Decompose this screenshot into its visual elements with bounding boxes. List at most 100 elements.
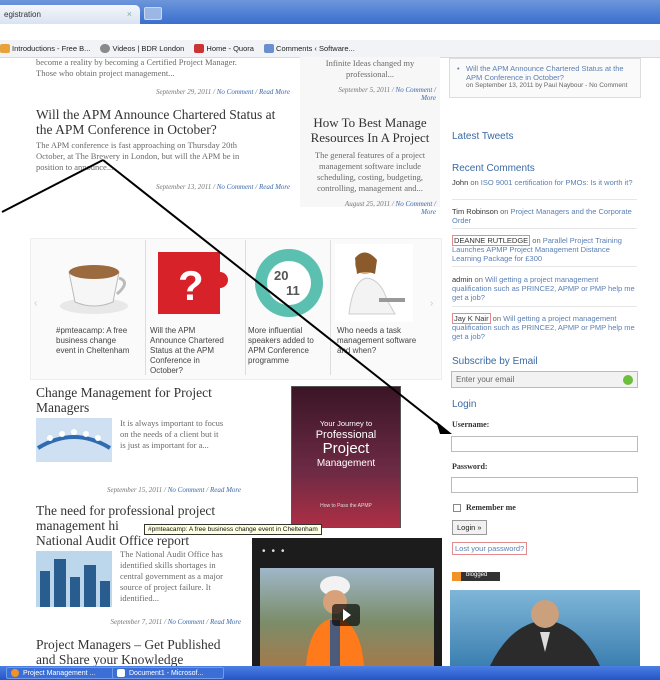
post-thumb-people [36, 418, 112, 462]
carousel-caption[interactable]: Will the APM Announce Chartered Status a… [150, 326, 230, 376]
no-comment-link[interactable]: No Comment [217, 183, 254, 191]
bookmark-introductions[interactable]: Introductions - Free B... [0, 40, 90, 53]
post-excerpt-mid-top: Infinite Ideas changed my professional..… [325, 58, 415, 79]
tab-close-icon[interactable]: × [127, 9, 132, 19]
post-excerpt-need: The National Audit Office has identified… [120, 549, 223, 603]
post-meta-top: September 29, 2011 / No Comment / Read M… [156, 88, 290, 96]
password-field[interactable] [451, 477, 638, 493]
bookmark-comments[interactable]: Comments ‹ Software... [264, 40, 355, 53]
quora-icon [194, 44, 205, 53]
username-field[interactable] [451, 436, 638, 452]
windows-taskbar: Project Management ... Document1 - Micro… [0, 666, 660, 680]
no-comment-link[interactable]: No Comment [168, 618, 205, 626]
post-excerpt-manage: The general features of a project manage… [314, 150, 426, 193]
bookmarks-bar: Introductions - Free B... Videos | BDR L… [0, 40, 660, 58]
recent-comments-heading: Recent Comments [452, 163, 535, 174]
word-icon [117, 669, 125, 677]
tab-title: egistration [4, 10, 41, 19]
subscribe-heading: Subscribe by Email [452, 356, 538, 367]
no-comment-link[interactable]: No Comment / [396, 200, 436, 208]
post-title-publish[interactable]: Project Managers – Get Published and Sha… [36, 637, 276, 667]
bookmark-quora[interactable]: Home - Quora [194, 40, 254, 53]
blogged-badge[interactable]: blogged [452, 572, 500, 581]
sidebar-top-link[interactable]: Will the APM Announce Chartered Status a… [466, 64, 624, 82]
comment-item: Jay K Nair on Will getting a project man… [452, 313, 635, 341]
read-more-link[interactable]: More [421, 208, 436, 216]
book-cover[interactable]: Your Journey to Professional Project Man… [291, 386, 401, 528]
divider [145, 240, 146, 375]
post-meta-need: September 7, 2011 / No Comment / Read Mo… [110, 618, 241, 626]
comment-item: Tim Robinson on Project Managers and the… [452, 207, 632, 225]
badge-text-top: 20 [274, 268, 288, 283]
carousel-thumb-teacup[interactable] [55, 244, 133, 322]
post-thumb-city [36, 551, 112, 607]
woman-laptop-icon [335, 244, 413, 322]
post-excerpt-change: It is always important to focus on the n… [120, 418, 224, 450]
no-comment-link[interactable]: No Comment [217, 88, 254, 96]
login-button[interactable]: Login » [452, 520, 487, 535]
latest-tweets-heading: Latest Tweets [452, 131, 514, 142]
subscribe-email-input[interactable]: Enter your email [451, 371, 638, 388]
username-label: Username: [452, 420, 490, 429]
read-more-link[interactable]: Read More [210, 618, 241, 626]
carousel-thumb-2011[interactable]: 20 11 [250, 244, 328, 322]
play-icon [343, 609, 351, 621]
book-line3: Project [322, 440, 370, 457]
book-line1: Your Journey to [319, 419, 373, 428]
post-title-manage[interactable]: How To Best Manage Resources In A Projec… [303, 115, 437, 145]
book-subtitle: How to Pass the APMP [320, 503, 372, 509]
carousel-next-icon[interactable]: › [430, 298, 433, 309]
bookmark-videos[interactable]: Videos | BDR London [100, 40, 184, 53]
post-title-apm[interactable]: Will the APM Announce Chartered Status a… [36, 107, 296, 137]
remember-me-checkbox[interactable] [453, 504, 461, 512]
taskbar-item-word[interactable]: Document1 - Microsof... [112, 667, 224, 679]
play-button[interactable] [332, 604, 360, 626]
globe-icon [100, 44, 111, 53]
divider [245, 240, 246, 375]
carousel-caption[interactable]: #pmteacamp: A free business change event… [56, 326, 136, 356]
book-line4: Management [316, 458, 376, 469]
subscribe-go-icon[interactable] [623, 375, 633, 385]
year-badge-icon: 20 11 [255, 249, 323, 317]
divider [452, 199, 637, 200]
sidebar-ad-image[interactable] [450, 590, 640, 666]
post-excerpt-apm: The APM conference is fast approaching o… [36, 140, 240, 172]
divider [452, 266, 637, 267]
carousel-caption[interactable]: More influential speakers added to APM C… [248, 326, 328, 366]
comment-item: admin on Will getting a project manageme… [452, 275, 635, 302]
carousel-prev-icon[interactable]: ‹ [34, 298, 37, 309]
read-more-link[interactable]: Read More [210, 486, 241, 494]
video-player[interactable]: ••• [252, 538, 442, 666]
wordpress-icon [264, 44, 275, 53]
comment-post-link[interactable]: ISO 9001 certification for PMOs: Is it w… [481, 178, 633, 187]
read-more-link[interactable]: Read More [259, 183, 290, 191]
tooltip: #pmteacamp: A free business change event… [144, 524, 322, 535]
post-title-change[interactable]: Change Management for Project Managers [36, 385, 246, 415]
people-chain-icon [36, 418, 112, 462]
no-comment-link[interactable]: No Comment [168, 486, 205, 494]
puzzle-question-icon: ? [158, 252, 228, 314]
email-placeholder: Enter your email [456, 375, 515, 384]
badge-text-bottom: 11 [286, 283, 300, 298]
comment-item: John on ISO 9001 certification for PMOs:… [452, 178, 633, 187]
no-comment-link[interactable]: No Comment / [396, 86, 436, 94]
teacup-icon [60, 265, 128, 314]
post-meta-apm: September 13, 2011 / No Comment / Read M… [156, 183, 290, 191]
taskbar-item-browser[interactable]: Project Management ... [6, 667, 124, 679]
bookmark-icon [0, 44, 10, 53]
businessman-icon [490, 600, 600, 666]
new-tab-button[interactable] [144, 7, 162, 20]
login-heading: Login [452, 399, 477, 410]
divider [452, 306, 637, 307]
browser-tab[interactable]: egistration × [0, 5, 140, 24]
carousel-thumb-question[interactable]: ? [150, 244, 228, 322]
carousel-caption[interactable]: Who needs a task management software and… [337, 326, 417, 356]
carousel-thumb-woman[interactable] [335, 244, 413, 322]
comment-item: DEANNE RUTLEDGE on Parallel Project Trai… [452, 235, 622, 263]
read-more-link[interactable]: Read More [259, 88, 290, 96]
svg-text:?: ? [178, 262, 204, 309]
video-menu-icon[interactable]: ••• [262, 546, 291, 557]
lost-password-link[interactable]: Lost your password? [452, 542, 528, 555]
firefox-icon [11, 669, 19, 677]
read-more-link[interactable]: More [421, 94, 436, 102]
